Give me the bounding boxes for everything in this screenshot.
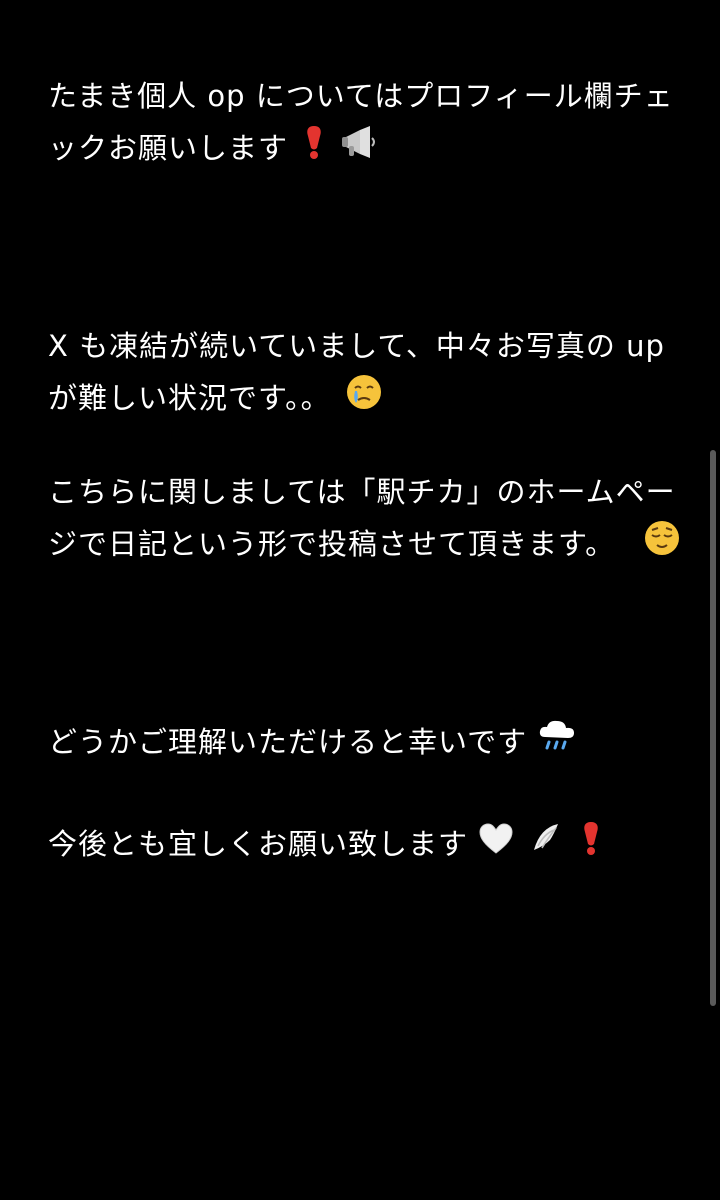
note-line: 今後とも宜しくお願い致します: [48, 827, 469, 861]
vertical-scrollbar[interactable]: [710, 450, 716, 1006]
note-paragraph-2: X も凍結が続いていまして、中々お写真の up が難しい状況です。。: [48, 320, 678, 427]
note-line: ックお願いします: [48, 131, 289, 165]
note-line: X も凍結が続いていまして、中々お写真の up: [48, 329, 665, 363]
note-body: たまき個人 op についてはプロフィール欄チェ ックお願いします X も凍結が続…: [0, 0, 720, 1200]
exclamation-icon: [579, 820, 603, 872]
megaphone-icon: [340, 124, 380, 176]
note-line: どうかご理解いただけると幸いです: [48, 725, 528, 759]
relieved-face-icon: [643, 519, 681, 573]
note-line: たまき個人 op についてはプロフィール欄チェ: [48, 79, 674, 113]
note-paragraph-1: たまき個人 op についてはプロフィール欄チェ ックお願いします: [48, 70, 678, 176]
white-heart-icon: [478, 820, 514, 872]
note-line: ジで日記という形で投稿させて頂きます。: [48, 527, 616, 561]
note-line: が難しい状況です。。: [48, 381, 331, 415]
scrollbar-thumb[interactable]: [710, 450, 716, 1006]
note-paragraph-4: どうかご理解いただけると幸いです: [48, 716, 678, 771]
exclamation-icon: [302, 124, 326, 176]
note-paragraph-5: 今後とも宜しくお願い致します: [48, 818, 678, 872]
rain-cloud-icon: [537, 717, 577, 771]
crying-face-icon: [345, 373, 383, 427]
note-paragraph-3: こちらに関しましては「駅チカ」のホームペー ジで日記という形で投稿させて頂きます…: [48, 466, 681, 573]
wing-icon: [528, 820, 564, 872]
note-line: こちらに関しましては「駅チカ」のホームペー: [48, 475, 676, 509]
